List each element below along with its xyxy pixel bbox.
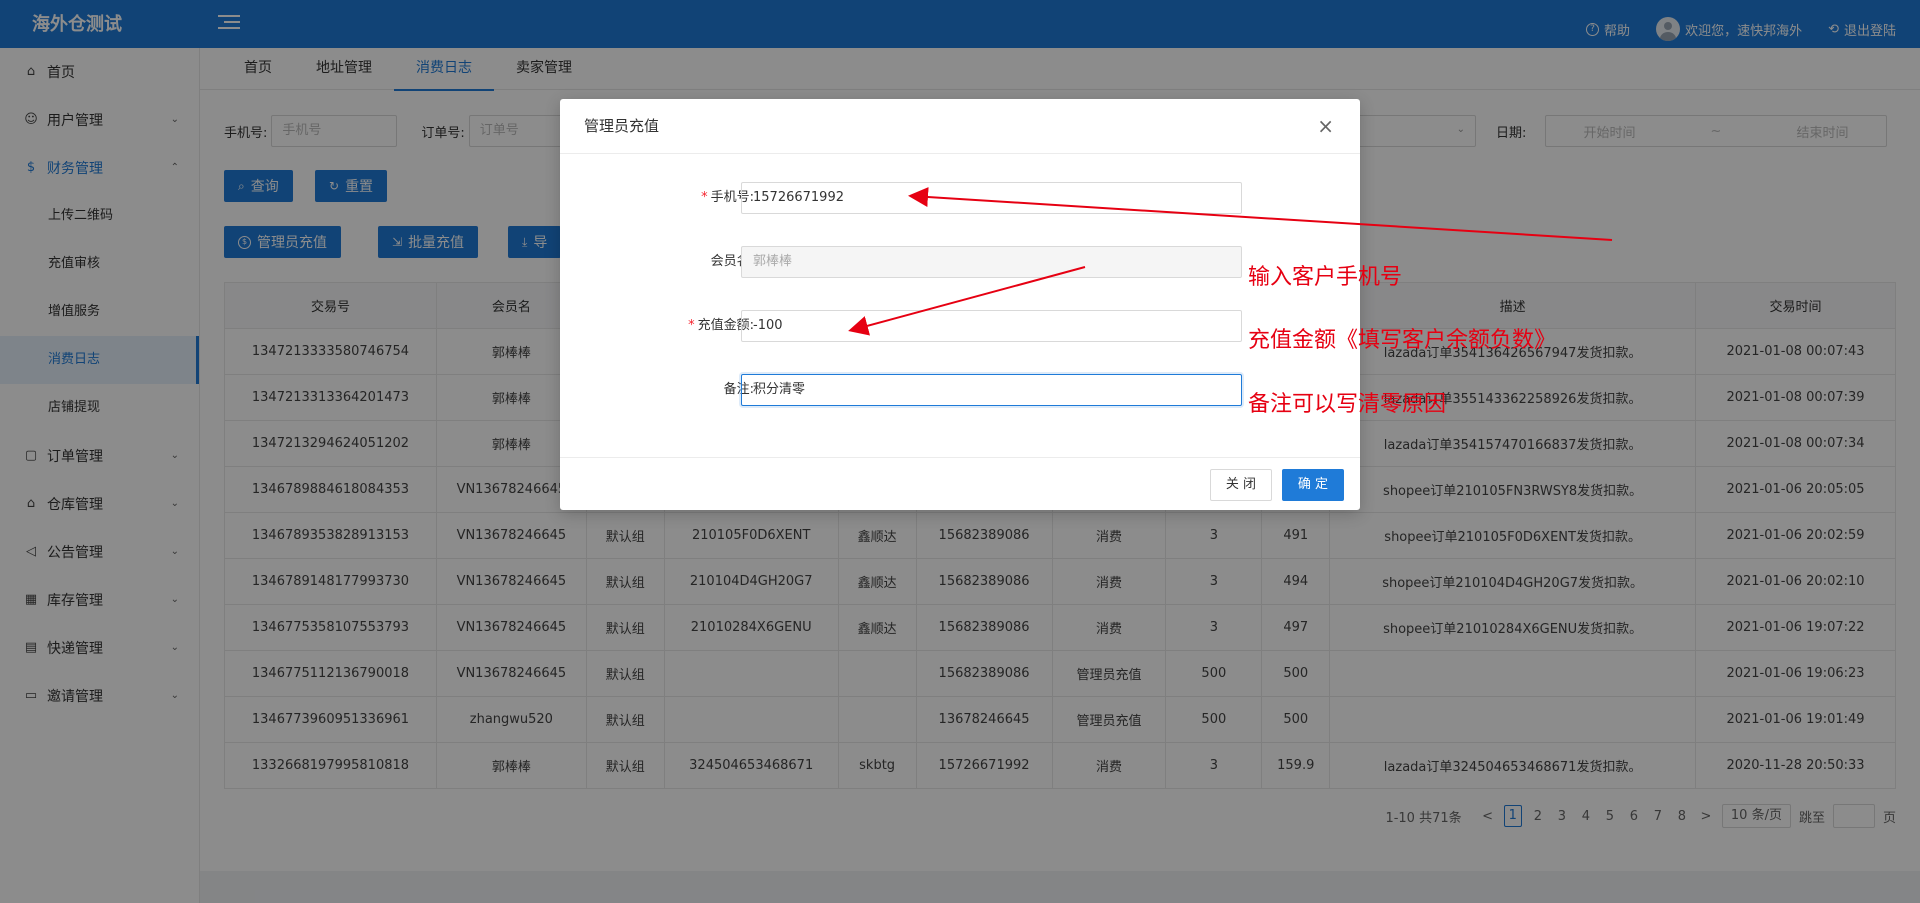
modal-title: 管理员充值: [584, 117, 660, 135]
member-form-row: 会员名: 郭棒棒: [560, 246, 1360, 278]
annotation-phone: 输入客户手机号: [1248, 265, 1403, 290]
close-button[interactable]: 关 闭: [1209, 469, 1272, 501]
amount-form-row: * 充值金额: -100: [560, 310, 1360, 342]
confirm-button[interactable]: 确 定: [1281, 469, 1344, 501]
remark-form-row: 备注: 积分清零: [560, 374, 1360, 406]
close-icon[interactable]: ×: [1317, 99, 1334, 154]
admin-recharge-modal: 管理员充值 × * 手机号: 15726671992 会员名: 郭棒棒 * 充值金额…: [560, 99, 1360, 510]
phone-form-row: * 手机号: 15726671992: [560, 182, 1360, 214]
phone-input[interactable]: 15726671992: [741, 182, 1242, 214]
annotation-remark: 备注可以写清零原因: [1248, 392, 1447, 417]
remark-input[interactable]: 积分清零: [741, 374, 1242, 406]
member-name-input: 郭棒棒: [741, 246, 1242, 278]
annotation-amount: 充值金额《填写客户余额负数》: [1248, 328, 1557, 353]
amount-input[interactable]: -100: [741, 310, 1242, 342]
